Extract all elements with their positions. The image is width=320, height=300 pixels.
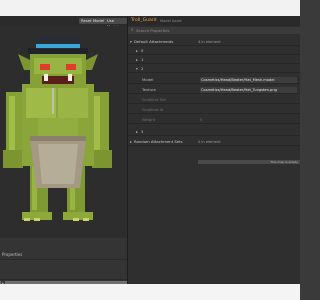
divider xyxy=(0,279,127,280)
search-icon: ⌕ xyxy=(131,27,134,33)
random-attachments-count: 0 in element xyxy=(198,140,221,144)
empty-map-hint: This map is empty xyxy=(198,160,300,164)
item-index: 2 xyxy=(141,66,144,71)
field-label: Texture xyxy=(142,87,156,92)
asset-tab-bar: Troll_Guard Model Asset xyxy=(128,16,300,26)
item-index: 1 xyxy=(141,57,144,62)
bottom-panel-title: Properties xyxy=(2,252,23,257)
gradient-set-row: Gradient Set xyxy=(128,96,300,104)
properties-panel: Troll_Guard Model Asset ⌕ Search Propert… xyxy=(128,16,300,300)
model-field-row: Model Cosmetics/Head/Beater/Hat_Mesh.mod… xyxy=(128,76,300,84)
bottom-strip xyxy=(0,284,300,300)
divider xyxy=(0,259,127,260)
field-label: Gradient Id xyxy=(142,107,164,112)
troll-model-preview xyxy=(3,36,112,221)
item-index: 3 xyxy=(141,129,144,134)
model-path-field[interactable]: Cosmetics/Head/Beater/Hat_Mesh.model xyxy=(200,77,297,83)
attachment-item-1[interactable]: ▸ 1 xyxy=(128,56,300,64)
asset-editor-window: Reset Model Use Model xyxy=(0,16,300,300)
chevron-right-icon[interactable]: ▸ xyxy=(130,138,132,146)
gradient-id-row: Gradient Id xyxy=(128,106,300,114)
field-label: Weight xyxy=(142,117,156,122)
top-strip xyxy=(0,0,300,16)
weight-field[interactable]: 0 xyxy=(200,116,202,124)
weight-row: Weight 0 xyxy=(128,116,300,124)
attachments-count: 4 in element xyxy=(198,40,221,44)
asset-type-label: Model Asset xyxy=(160,18,182,23)
item-index: 0 xyxy=(141,48,144,53)
use-model-button[interactable]: Use Model xyxy=(105,18,127,29)
search-input[interactable]: Search Properties xyxy=(136,27,169,34)
attachment-item-2[interactable]: ▾ 2 xyxy=(128,65,300,73)
attachments-label: Default Attachments xyxy=(134,39,174,44)
asset-tab[interactable]: Troll_Guard xyxy=(131,18,157,23)
field-label: Gradient Set xyxy=(142,97,166,102)
field-label: Model xyxy=(142,77,154,82)
chevron-down-icon[interactable]: ▾ xyxy=(136,65,138,73)
chevron-down-icon[interactable]: ▾ xyxy=(130,38,132,46)
random-attachments-label: Random Attachment Sets xyxy=(134,139,183,144)
chevron-right-icon[interactable]: ▸ xyxy=(136,47,138,55)
attachments-row[interactable]: ▾ Default Attachments 4 in element xyxy=(128,38,300,46)
attachment-item-0[interactable]: ▸ 0 xyxy=(128,47,300,55)
chevron-right-icon[interactable]: ▸ xyxy=(136,56,138,64)
model-viewport[interactable] xyxy=(0,26,127,238)
property-search[interactable]: ⌕ Search Properties xyxy=(128,27,300,34)
attachment-item-3[interactable]: ▸ 3 xyxy=(128,128,300,136)
random-attachments-row[interactable]: ▸ Random Attachment Sets 0 in element xyxy=(128,138,300,146)
texture-path-field[interactable]: Cosmetics/Head/Beater/Hat_Tungsten.png xyxy=(200,87,297,93)
reset-model-button[interactable]: Reset Model xyxy=(79,18,107,24)
viewport-toolbar: Reset Model Use Model xyxy=(0,16,127,29)
texture-field-row: Texture Cosmetics/Head/Beater/Hat_Tungst… xyxy=(128,86,300,94)
chevron-right-icon[interactable]: ▸ xyxy=(136,128,138,136)
